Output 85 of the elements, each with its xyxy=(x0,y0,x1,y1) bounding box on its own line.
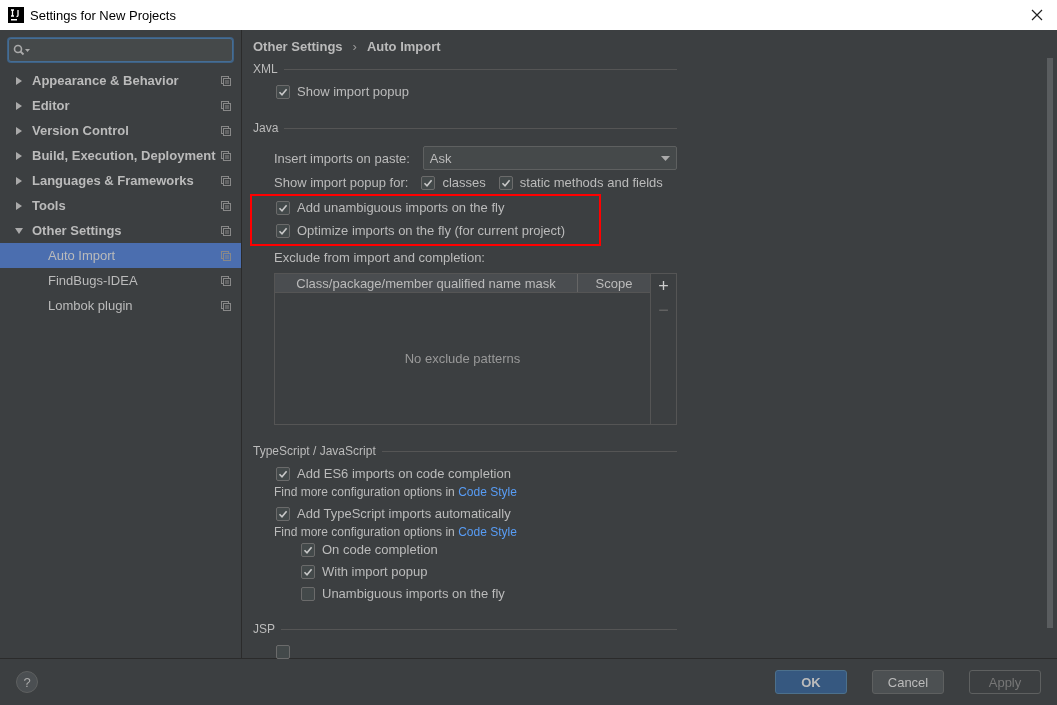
checkbox-label[interactable]: Optimize imports on the fly (for current project) xyxy=(297,223,566,238)
copy-icon xyxy=(221,300,231,311)
window-title: Settings for New Projects xyxy=(30,7,177,23)
column-header[interactable]: Class/package/member qualified name mask xyxy=(275,274,578,292)
checkmark-icon xyxy=(500,177,511,188)
checkbox-label[interactable]: Add ES6 imports on code completion xyxy=(297,466,511,481)
checkbox-label[interactable]: Add TypeScript imports automatically xyxy=(297,506,511,521)
checkbox-label[interactable]: With import popup xyxy=(322,564,428,579)
dropdown[interactable]: Ask xyxy=(422,146,677,170)
tree-item[interactable]: Other Settings xyxy=(0,218,241,243)
checkbox[interactable] xyxy=(276,223,290,238)
expand-arrow-icon[interactable] xyxy=(15,151,23,160)
collapse-arrow-icon[interactable] xyxy=(15,226,23,235)
hint-text: Find more configuration options in xyxy=(274,525,455,539)
dropdown-arrow-icon xyxy=(661,155,670,161)
search-field[interactable] xyxy=(8,38,233,62)
copy-icon xyxy=(221,150,231,161)
tree-item[interactable]: FindBugs-IDEA xyxy=(0,268,241,293)
checkbox[interactable] xyxy=(301,586,315,601)
copy-icon xyxy=(221,100,231,111)
tree-item[interactable]: Languages & Frameworks xyxy=(0,168,241,193)
empty-table-text: No exclude patterns xyxy=(404,351,521,366)
checkbox-label[interactable]: static methods and fields xyxy=(519,175,663,190)
expand-arrow-icon[interactable] xyxy=(15,76,23,85)
code-style-link[interactable]: Code Style xyxy=(458,485,517,499)
scrollbar[interactable] xyxy=(1047,58,1053,628)
checkmark-icon xyxy=(303,566,313,577)
copy-icon xyxy=(221,125,231,136)
hint-text: Find more configuration options in xyxy=(274,485,455,499)
checkbox-label[interactable]: On code completion xyxy=(322,542,438,557)
field-label: Insert imports on paste: xyxy=(274,150,410,166)
help-button[interactable]: ? xyxy=(16,671,38,693)
checkbox[interactable] xyxy=(276,84,290,99)
checkmark-icon xyxy=(278,468,288,479)
checkbox-label[interactable]: Unambiguous imports on the fly xyxy=(322,586,505,601)
checkmark-icon xyxy=(423,177,434,188)
copy-icon xyxy=(221,175,231,186)
tree-item[interactable]: Appearance & Behavior xyxy=(0,68,241,93)
checkbox[interactable] xyxy=(276,506,290,521)
copy-icon xyxy=(221,250,231,261)
checkbox[interactable] xyxy=(276,644,290,659)
column-header[interactable]: Scope xyxy=(578,274,650,292)
expand-arrow-icon[interactable] xyxy=(15,176,23,185)
tree-item[interactable]: Tools xyxy=(0,193,241,218)
checkmark-icon xyxy=(278,202,288,213)
checkmark-icon xyxy=(278,225,288,236)
search-icon xyxy=(13,44,31,56)
code-style-link[interactable]: Code Style xyxy=(458,525,517,539)
checkbox-label[interactable]: Add unambiguous imports on the fly xyxy=(297,200,505,215)
close-icon[interactable] xyxy=(1031,9,1043,21)
dialog-button[interactable]: OK xyxy=(775,670,847,694)
copy-icon xyxy=(221,225,231,236)
checkbox[interactable] xyxy=(301,564,315,579)
copy-icon xyxy=(221,200,231,211)
checkmark-icon xyxy=(303,544,313,555)
checkbox[interactable] xyxy=(301,542,315,557)
checkmark-icon xyxy=(278,86,288,97)
checkbox[interactable] xyxy=(421,175,436,190)
breadcrumb-item[interactable]: Other Settings xyxy=(253,39,343,54)
field-label: Show import popup for: xyxy=(274,175,409,190)
copy-icon xyxy=(221,275,231,286)
tree-item[interactable]: Lombok plugin xyxy=(0,293,241,318)
expand-arrow-icon[interactable] xyxy=(15,126,23,135)
section-title: Java xyxy=(253,121,279,135)
checkbox-label[interactable]: classes xyxy=(442,175,486,190)
section-title: JSP xyxy=(253,622,275,636)
tree-item[interactable]: Version Control xyxy=(0,118,241,143)
checkmark-icon xyxy=(278,508,288,519)
section-title: TypeScript / JavaScript xyxy=(253,444,376,458)
field-label: Exclude from import and completion: xyxy=(274,250,485,265)
expand-arrow-icon[interactable] xyxy=(15,201,23,210)
checkbox-label[interactable]: Show import popup xyxy=(297,84,409,99)
section-title: XML xyxy=(253,62,278,76)
app-logo-icon xyxy=(8,7,24,23)
dialog-button[interactable]: Cancel xyxy=(872,670,944,694)
tree-item[interactable]: Build, Execution, Deployment xyxy=(0,143,241,168)
copy-icon xyxy=(221,75,231,86)
checkbox[interactable] xyxy=(276,200,290,215)
tree-item[interactable]: Editor xyxy=(0,93,241,118)
checkbox[interactable] xyxy=(498,175,513,190)
add-button[interactable]: + xyxy=(658,276,669,296)
expand-arrow-icon[interactable] xyxy=(15,101,23,110)
checkbox[interactable] xyxy=(276,466,290,481)
breadcrumb-separator: › xyxy=(352,39,357,54)
breadcrumb-item[interactable]: Auto Import xyxy=(366,39,441,54)
